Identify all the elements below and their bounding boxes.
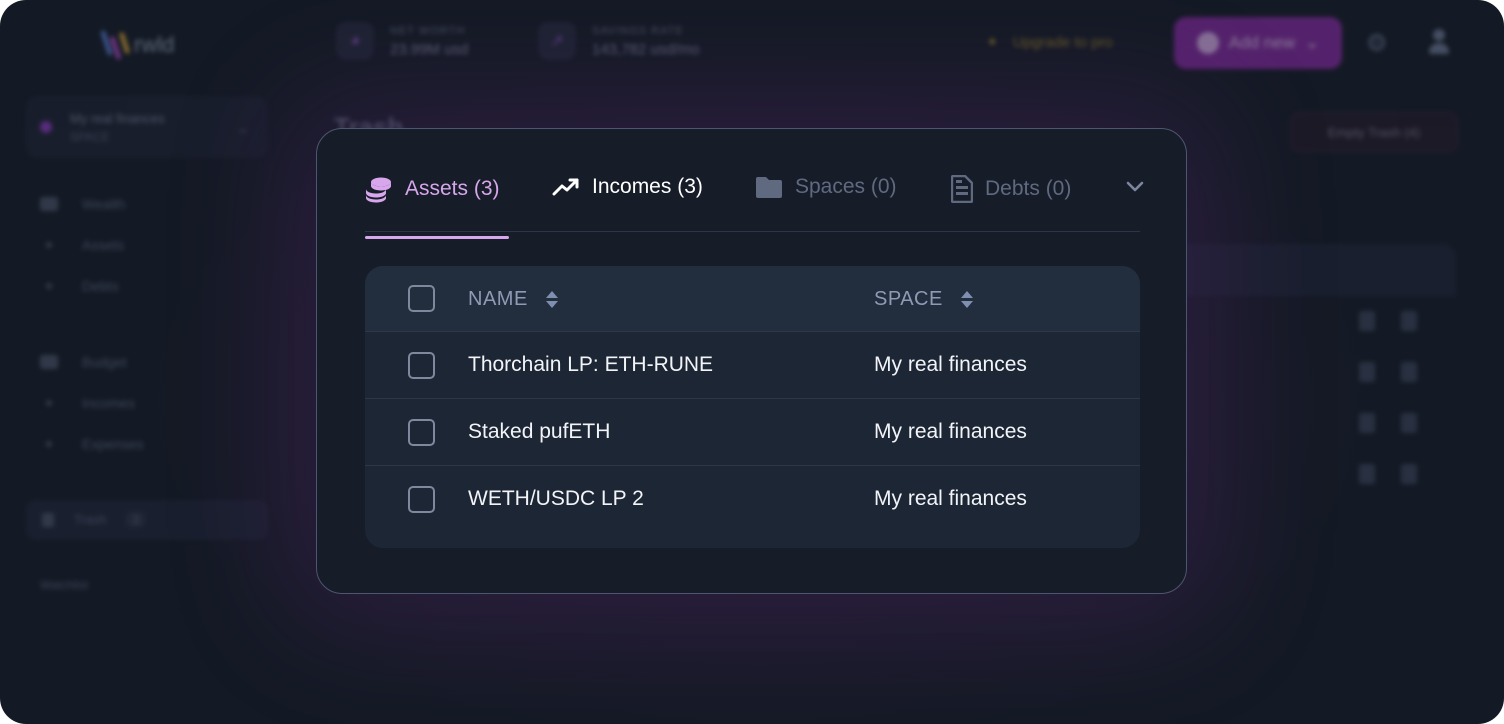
column-header-space[interactable]: SPACE [874,288,973,311]
column-header-space-label: SPACE [874,288,943,310]
sidebar-item-label: Wealth [82,196,126,212]
table-row[interactable]: Thorchain LP: ETH-RUNE My real finances [365,332,1140,399]
add-new-label: Add new [1228,33,1295,52]
bullet-icon [46,441,52,447]
space-subtitle: SPACE [70,129,110,144]
wallet-icon [40,355,58,369]
chevron-down-icon: ⌄ [236,120,250,137]
trash-icon [42,513,54,527]
space-color-dot [40,121,52,133]
table-row[interactable]: Staked pufETH My real finances [365,399,1140,466]
column-header-name[interactable]: NAME [468,288,558,311]
logo-mark-icon [100,28,131,62]
row-checkbox[interactable] [408,486,435,513]
coins-icon [366,177,391,203]
tab-assets[interactable]: Assets (3) [365,175,509,239]
sidebar-item-label: Debts [82,278,119,294]
folder-icon [756,177,782,198]
pie-chart-icon: ◕ [336,22,374,60]
select-all-checkbox[interactable] [408,285,435,312]
empty-trash-label: Empty Trash (4) [1327,124,1421,140]
chevron-down-icon[interactable] [1125,177,1145,197]
tab-spaces-label: Spaces (0) [795,175,897,198]
upgrade-label: Upgrade to pro [1012,34,1113,51]
trash-count-badge: 3 [126,512,146,527]
empty-trash-button[interactable]: Empty Trash (4) [1290,112,1458,152]
tab-debts[interactable]: Debts (0) [951,175,1071,203]
space-name: My real finances [70,110,165,126]
savings-rate-label: SAVINGS RATE [592,24,684,37]
sidebar-item-label: Expenses [82,436,144,452]
sidebar-item-wealth[interactable]: Wealth [40,196,125,212]
tab-spaces[interactable]: Spaces (0) [755,175,897,199]
sidebar-item-trash[interactable]: Trash 3 [26,500,268,540]
gear-icon[interactable]: ⚙ [1366,29,1388,58]
restore-icon[interactable] [1359,362,1375,382]
restore-icon[interactable] [1359,311,1375,331]
tab-incomes-label: Incomes (3) [592,175,703,198]
row-name: Staked pufETH [468,420,611,443]
sidebar-item-label: Budget [82,354,127,370]
sidebar-item-label: Incomes [82,395,135,411]
sidebar-item-label: Assets [82,237,125,253]
app-logo[interactable]: rwld [100,28,175,62]
row-checkbox[interactable] [408,352,435,379]
plus-circle-icon [1196,32,1219,54]
row-space: My real finances [874,487,1027,510]
delete-icon[interactable] [1401,311,1417,331]
tab-debts-label: Debts (0) [985,177,1072,200]
sidebar-item-assets[interactable]: Assets [40,237,124,253]
upgrade-to-pro-link[interactable]: ✦ Upgrade to pro [986,33,1113,51]
user-icon[interactable] [1427,29,1451,55]
row-space: My real finances [874,420,1027,443]
sidebar-item-expenses[interactable]: Expenses [40,436,143,452]
tab-incomes[interactable]: Incomes (3) [552,175,703,199]
delete-icon[interactable] [1401,464,1417,484]
sidebar-item-incomes[interactable]: Incomes [40,395,135,411]
savings-rate-value: 143,782 usd/mo [592,40,700,58]
restore-icon[interactable] [1359,464,1375,484]
trash-modal: Assets (3) Incomes (3) Spaces (0) Debts … [316,128,1187,594]
net-worth-stat: ◕ NET WORTH 23.99M usd [336,22,468,60]
sort-icon [545,291,558,308]
watchlist-header[interactable]: Watchlist [40,578,88,592]
savings-rate-stat: ↗ SAVINGS RATE 143,782 usd/mo [538,22,700,60]
trash-items-table: NAME SPACE Thorchain LP: ETH-RUNE My rea… [365,266,1140,548]
growth-chart-icon: ↗ [538,22,576,60]
sidebar-item-debts[interactable]: Debts [40,278,119,294]
trending-up-icon [552,178,579,196]
bullet-icon [46,400,52,406]
active-tab-indicator [365,236,509,239]
app-frame: rwld ◕ NET WORTH 23.99M usd ↗ SAVINGS RA… [0,0,1504,724]
sidebar-item-label: Trash [74,512,107,527]
chart-icon [40,197,58,211]
delete-icon[interactable] [1401,362,1417,382]
row-name: WETH/USDC LP 2 [468,487,644,510]
bullet-icon [46,283,52,289]
table-row[interactable]: WETH/USDC LP 2 My real finances [365,466,1140,533]
net-worth-value: 23.99M usd [390,40,469,58]
table-header: NAME SPACE [365,266,1140,332]
add-new-button[interactable]: Add new ⌄ [1174,17,1342,69]
sparkle-icon: ✦ [986,34,999,51]
row-name: Thorchain LP: ETH-RUNE [468,353,714,376]
delete-icon[interactable] [1401,413,1417,433]
watchlist-label: Watchlist [40,578,89,592]
restore-icon[interactable] [1359,413,1375,433]
category-tabs: Assets (3) Incomes (3) Spaces (0) Debts … [365,165,1144,239]
bullet-icon [46,242,52,248]
net-worth-label: NET WORTH [390,24,466,37]
space-selector[interactable]: My real finances SPACE ⌄ [26,96,268,158]
tab-assets-label: Assets (3) [405,177,500,200]
logo-text: rwld [134,32,175,57]
chevron-down-icon: ⌄ [1304,33,1320,52]
row-space: My real finances [874,353,1027,376]
sidebar-item-budget[interactable]: Budget [40,354,126,370]
sort-icon [960,291,973,308]
document-icon [951,175,973,203]
column-header-name-label: NAME [468,288,528,310]
row-checkbox[interactable] [408,419,435,446]
